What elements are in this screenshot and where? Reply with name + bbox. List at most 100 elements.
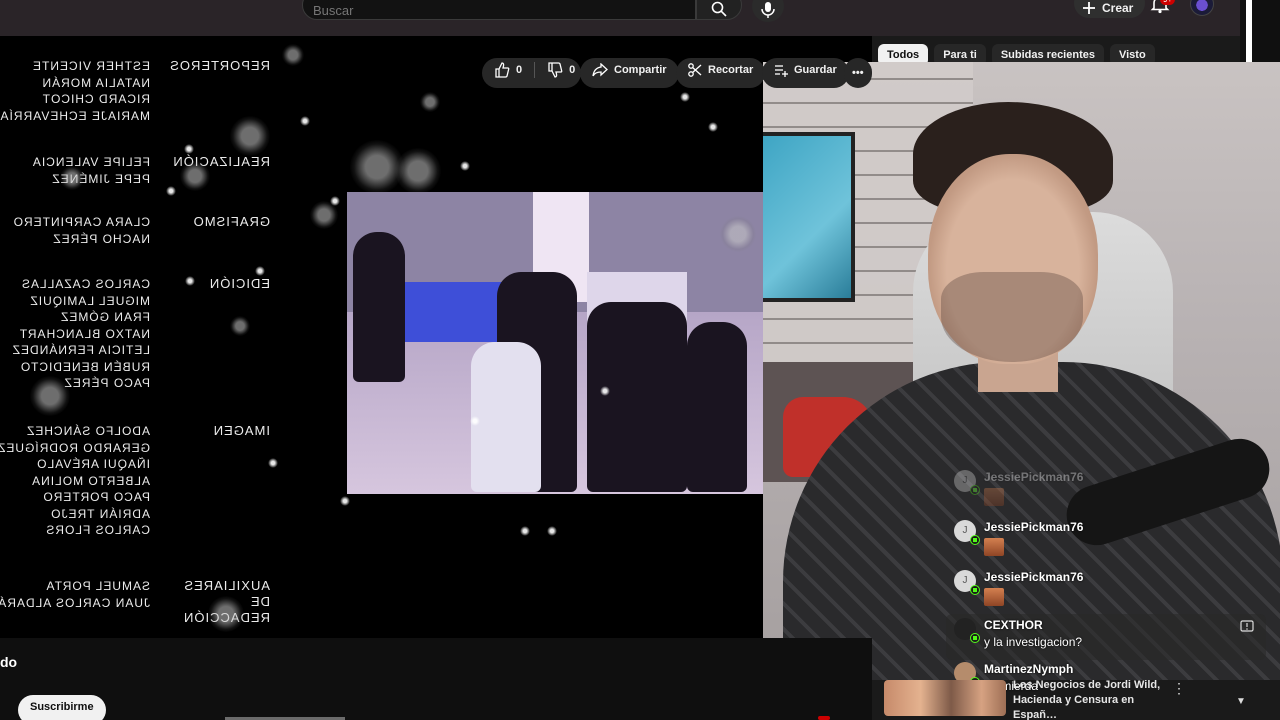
kick-icon <box>970 485 980 495</box>
plus-icon <box>1083 2 1095 14</box>
chat-emote <box>984 488 1004 506</box>
credit-role: Grafismo <box>192 214 270 229</box>
scrollbar-thumb[interactable] <box>1246 0 1252 62</box>
top-bar: Crear 9+ <box>0 0 1240 36</box>
clip-button[interactable]: Recortar <box>676 58 766 88</box>
credit-name: Juan Carlos Aldará <box>0 595 150 610</box>
live-indicator <box>818 716 830 720</box>
credit-role: Edición <box>208 276 270 291</box>
chat-emote <box>984 538 1004 556</box>
bokeh-light <box>230 116 270 156</box>
scrollbar-area <box>1240 0 1280 62</box>
chat-avatar: J <box>954 470 980 495</box>
credit-name: Iñaqui Arévalo <box>36 457 150 471</box>
search-input[interactable] <box>313 2 695 18</box>
subscribe-button[interactable]: Suscribirme <box>18 695 106 720</box>
related-title[interactable]: Los Negocios de Jordi Wild, Hacienda y C… <box>1013 678 1163 720</box>
credit-name: Samuel Porta <box>45 579 150 593</box>
search-box[interactable] <box>302 0 696 20</box>
credit-name: Mariaje Echevarría <box>0 108 150 123</box>
sparkle <box>184 144 194 154</box>
clip-label: Recortar <box>708 64 754 76</box>
sparkle <box>185 276 195 286</box>
credit-names: Samuel Porta Juan Carlos Aldará <box>0 578 150 611</box>
sparkle <box>547 526 557 536</box>
sparkle <box>680 92 690 102</box>
related-menu-icon[interactable]: ⋮ <box>1172 680 1186 697</box>
more-actions-button[interactable]: ••• <box>844 58 872 88</box>
share-button[interactable]: Compartir <box>580 58 679 88</box>
kick-icon <box>970 535 980 545</box>
credit-name: Esther Vicente <box>31 59 150 73</box>
credit-role: Imagen <box>212 423 270 438</box>
chat-message: J JessiePickman76 <box>946 566 1266 612</box>
credit-name: Clara Carpintero <box>12 215 150 229</box>
video-player[interactable]: Reporteros Esther Vicente Natalia Morán Ric… <box>0 36 872 638</box>
embedded-video-clip <box>347 192 765 494</box>
credit-name: Miguel Lamiquiz <box>29 293 150 308</box>
related-video-card[interactable]: Los Negocios de Jordi Wild, Hacienda y C… <box>884 676 1264 720</box>
credit-name: Natxo Blanchart <box>18 326 150 341</box>
sparkle <box>255 266 265 276</box>
bokeh-light <box>282 44 304 66</box>
credit-name: Gerardo Rodríguez <box>0 440 150 455</box>
chat-emote <box>984 588 1004 606</box>
sparkle <box>600 386 610 396</box>
credit-name: Natalia Morán <box>41 75 150 90</box>
chat-username: CEXTHOR <box>984 618 1043 632</box>
credit-name: Ricard Chicot <box>41 92 150 106</box>
credit-role: Realización <box>172 154 270 169</box>
sparkle <box>340 496 350 506</box>
bokeh-light <box>310 201 338 229</box>
chat-username: MartinezNymph <box>984 662 1074 676</box>
like-dislike-group: 0 0 <box>482 58 582 88</box>
video-title: do <box>0 654 18 670</box>
bokeh-light <box>230 316 250 336</box>
credit-name: Adolfo Sánchez <box>25 424 150 438</box>
bokeh-light <box>420 92 440 112</box>
chat-avatar: J <box>954 520 980 545</box>
mic-icon <box>761 2 775 18</box>
credit-name: Rubén Benedicto <box>19 359 150 374</box>
clip-person <box>587 302 687 492</box>
create-button[interactable]: Crear <box>1074 0 1146 18</box>
chat-username: JessiePickman76 <box>984 570 1084 584</box>
save-button[interactable]: Guardar <box>762 58 849 88</box>
chevron-down-icon[interactable]: ▼ <box>1236 696 1246 707</box>
bokeh-light <box>720 216 756 252</box>
scissors-icon <box>688 63 702 77</box>
more-icon: ••• <box>852 67 864 79</box>
related-thumbnail[interactable] <box>884 680 1006 716</box>
dislike-icon[interactable] <box>547 62 563 78</box>
credit-name: Carlos Flors <box>45 523 150 537</box>
credit-name: Alberto Molina <box>31 473 150 488</box>
report-icon[interactable] <box>1240 620 1254 634</box>
credit-name: Felipe Valencia <box>31 155 150 169</box>
sparkle <box>470 416 480 426</box>
credit-role: Reporteros <box>169 58 270 73</box>
like-icon[interactable] <box>494 62 510 78</box>
voice-search-button[interactable] <box>752 0 784 22</box>
chat-message: J JessiePickman76 <box>946 516 1266 562</box>
streamer-beard <box>941 272 1083 362</box>
bokeh-light <box>208 596 244 632</box>
bokeh-light <box>180 161 210 191</box>
chat-message: CEXTHOR y la investigacion? <box>946 614 1266 660</box>
sparkle <box>268 458 278 468</box>
credit-name: Leticia Fernández <box>11 343 150 357</box>
dislike-count: 0 <box>569 64 576 76</box>
credit-name: Pepe Jiménez <box>51 171 150 186</box>
chat-message: J JessiePickman76 <box>946 466 1266 512</box>
sparkle <box>520 526 530 536</box>
save-label: Guardar <box>794 64 837 76</box>
sparkle <box>166 186 176 196</box>
search-button[interactable] <box>696 0 742 20</box>
kick-icon <box>970 633 980 643</box>
clip-person <box>353 232 405 382</box>
credit-names: Clara Carpintero Nacho Pérez <box>13 214 150 247</box>
chat-avatar: J <box>954 570 980 595</box>
share-label: Compartir <box>614 64 667 76</box>
account-avatar[interactable] <box>1190 0 1214 16</box>
video-info-bar: do Suscribirme <box>0 638 872 720</box>
notification-badge: 9+ <box>1160 0 1176 5</box>
